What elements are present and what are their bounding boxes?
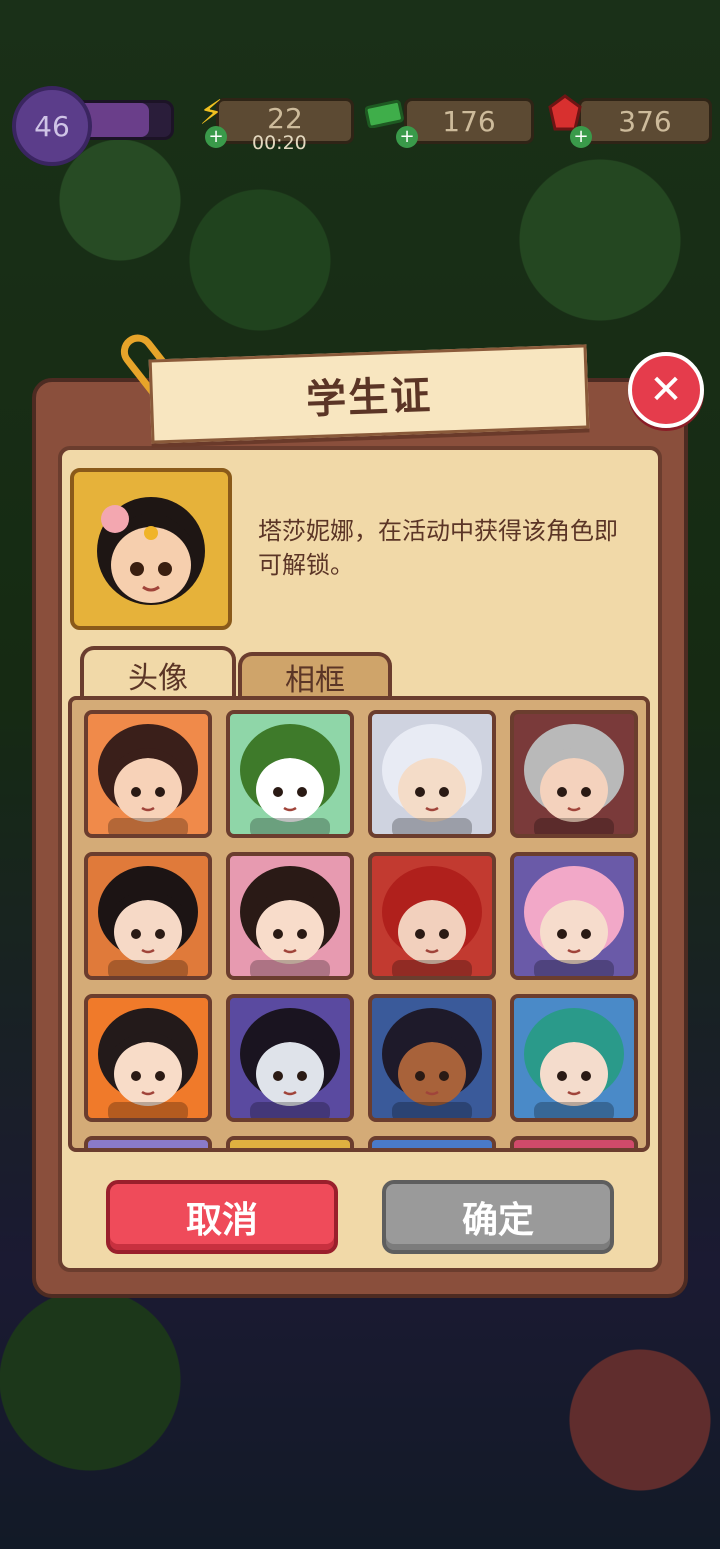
avatar-option[interactable] [84,994,212,1122]
confirm-label: 确定 [461,1200,534,1241]
gems-counter: 376 [578,98,712,144]
avatar-option[interactable] [510,710,638,838]
tab-frame[interactable]: 相框 [238,652,392,698]
gems-value: 376 [618,104,672,138]
character-portrait-icon [382,1008,482,1118]
cancel-label: 取消 [185,1200,258,1241]
character-portrait-icon [240,724,340,834]
character-portrait-icon [98,866,198,976]
character-portrait-icon [98,724,198,834]
avatar-option[interactable] [84,1136,212,1148]
character-description: 塔莎妮娜，在活动中获得该角色即可解锁。 [258,517,618,579]
character-portrait-icon [524,1008,624,1118]
avatar-option[interactable] [368,852,496,980]
confirm-button[interactable]: 确定 [382,1180,614,1254]
avatar-option[interactable] [510,852,638,980]
avatar-option[interactable] [84,852,212,980]
avatar-option[interactable] [226,852,354,980]
tab-avatar-label: 头像 [128,661,188,696]
close-icon: ✕ [649,367,683,413]
gems-plus-icon[interactable]: + [570,126,592,148]
avatar-option[interactable] [226,994,354,1122]
cash-value: 176 [442,104,496,138]
character-portrait-icon [97,497,205,605]
tab-frame-label: 相框 [285,663,345,698]
avatar-option[interactable] [510,994,638,1122]
avatar-option[interactable] [368,1136,496,1148]
character-portrait-icon [240,866,340,976]
avatar-grid [68,696,650,1152]
level-value: 46 [34,109,70,143]
character-portrait-icon [382,724,482,834]
tab-avatar[interactable]: 头像 [80,646,236,700]
energy-timer: 00:20 [252,132,307,154]
character-portrait-icon [524,866,624,976]
character-portrait-icon [382,866,482,976]
energy-value: 22 [267,101,303,135]
dialog-title-banner: 学生证 [148,344,590,444]
character-portrait-icon [98,1008,198,1118]
cash-plus-icon[interactable]: + [396,126,418,148]
level-badge[interactable]: 46 [12,86,92,166]
avatar-option[interactable] [226,1136,354,1148]
avatar-option[interactable] [84,710,212,838]
energy-plus-icon[interactable]: + [205,126,227,148]
character-portrait-icon [524,724,624,834]
cash-counter: 176 [404,98,534,144]
top-hud: 46 ⚡ + 22 00:20 + 176 + 376 [0,86,720,166]
avatar-option[interactable] [368,994,496,1122]
cancel-button[interactable]: 取消 [106,1180,338,1254]
close-button[interactable]: ✕ [628,352,704,428]
selected-avatar [70,468,232,630]
dialog-title: 学生证 [305,372,433,424]
character-portrait-icon [240,1008,340,1118]
avatar-option[interactable] [368,710,496,838]
avatar-option[interactable] [226,710,354,838]
avatar-option[interactable] [510,1136,638,1148]
